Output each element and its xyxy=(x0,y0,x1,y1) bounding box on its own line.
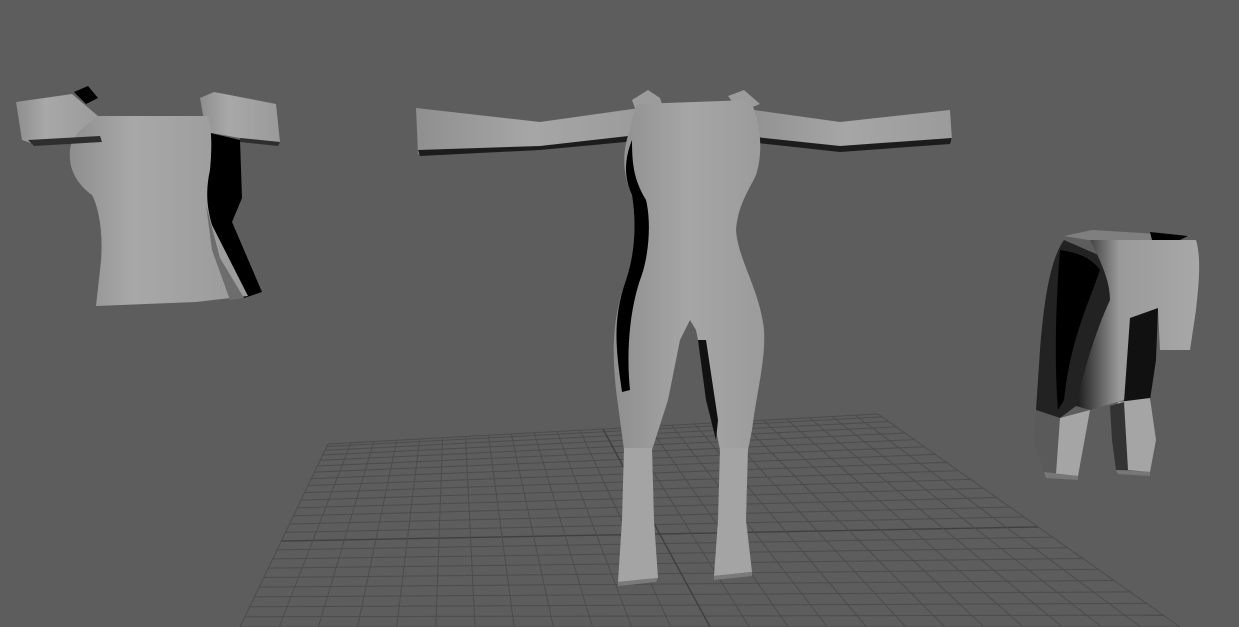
3d-viewport[interactable] xyxy=(0,0,1239,627)
grid-line xyxy=(435,437,444,627)
grid-line xyxy=(357,440,398,627)
viewport-canvas[interactable] xyxy=(0,0,1239,627)
top-mesh[interactable] xyxy=(16,86,280,306)
grid-line xyxy=(317,441,375,627)
grid-line xyxy=(740,421,946,627)
body-mesh[interactable] xyxy=(416,90,952,586)
grid-line xyxy=(602,428,711,627)
grid-line xyxy=(786,418,1024,627)
grid-line xyxy=(854,414,1142,627)
grid-line xyxy=(763,419,985,627)
grid-line xyxy=(808,417,1063,627)
grid-line xyxy=(396,438,421,627)
pants-mesh[interactable] xyxy=(1034,230,1200,480)
grid-line xyxy=(671,424,828,627)
